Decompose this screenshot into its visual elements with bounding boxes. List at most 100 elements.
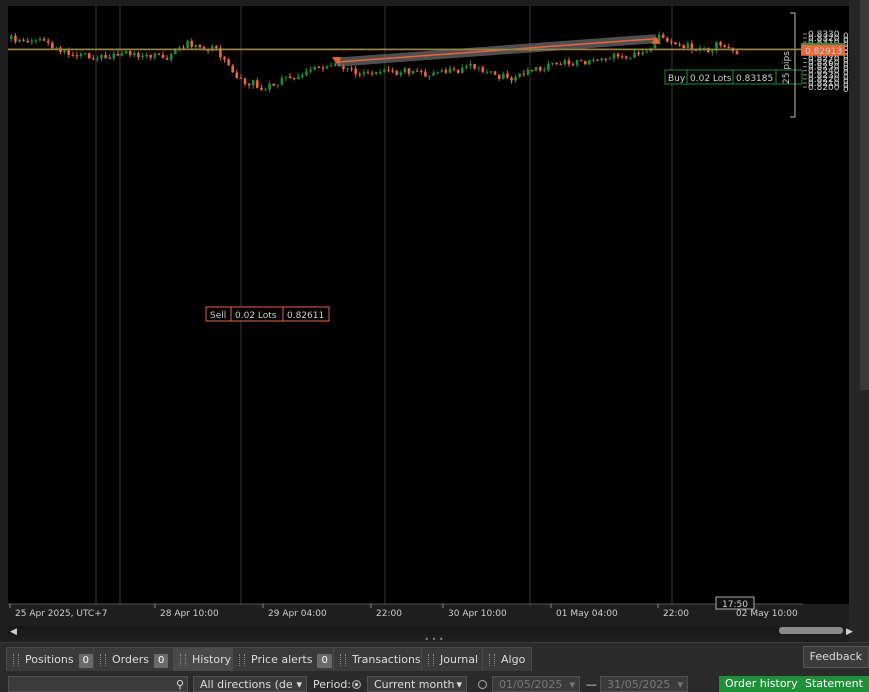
- h-scroll-track[interactable]: [8, 626, 843, 635]
- period-custom-radio[interactable]: [478, 680, 487, 689]
- candle-body: [571, 64, 575, 66]
- candle-body: [256, 80, 259, 88]
- buy-side-label: Buy: [668, 74, 686, 84]
- time-tick-label: 22:00: [376, 609, 402, 619]
- candle-body: [711, 50, 714, 53]
- candle-body: [178, 47, 181, 49]
- sell-lots-label: 0.02 Lots: [235, 311, 277, 321]
- tab-positions[interactable]: Positions 0: [6, 647, 100, 671]
- candle-body: [284, 76, 288, 78]
- tab-algo[interactable]: Algo: [482, 647, 533, 671]
- candle-body: [383, 69, 386, 72]
- candle-body: [22, 39, 25, 41]
- candle-body: [329, 65, 333, 67]
- candle-body: [313, 66, 316, 70]
- candle-body: [551, 62, 554, 64]
- candle-body: [645, 51, 649, 53]
- candle-body: [92, 58, 95, 60]
- candle-body: [104, 55, 107, 58]
- candle-body: [149, 54, 152, 58]
- candle-body: [670, 41, 673, 43]
- plot-area[interactable]: [8, 6, 803, 604]
- candle-body: [34, 40, 38, 42]
- price-chart[interactable]: 0.833000.832000.831000.830000.829000.828…: [0, 0, 869, 642]
- buy-price-label: 0.83185: [736, 74, 773, 84]
- candle-body: [309, 69, 312, 72]
- candle-body: [165, 58, 169, 60]
- time-tick-label: 29 Apr 04:00: [268, 609, 327, 619]
- candle-body: [280, 77, 284, 85]
- candle-body: [186, 40, 189, 48]
- candle-body: [153, 53, 157, 58]
- candle-body: [719, 42, 722, 46]
- crosshair-time-label: 17:50: [722, 600, 748, 610]
- candle-body: [18, 39, 21, 42]
- candle-body: [432, 72, 435, 76]
- candle-body: [333, 63, 337, 66]
- candle-body: [399, 72, 403, 75]
- tab-orders[interactable]: Orders 0: [93, 647, 176, 671]
- candle-body: [420, 71, 423, 73]
- splitter-handle-icon[interactable]: • • •: [424, 635, 443, 642]
- candle-body: [235, 72, 239, 78]
- candle-body: [575, 60, 579, 66]
- candle-body: [588, 60, 591, 65]
- candle-body: [251, 80, 255, 86]
- tab-price-alerts[interactable]: Price alerts 0: [232, 647, 339, 671]
- tab-history[interactable]: History: [173, 647, 239, 671]
- tab-transactions[interactable]: Transactions: [333, 647, 428, 671]
- grip-icon: [13, 654, 19, 666]
- date-separator: —: [586, 678, 597, 691]
- candle-body: [678, 44, 681, 46]
- candle-body: [297, 76, 300, 80]
- price-tick-suffix: 0: [843, 85, 849, 95]
- candle-body: [305, 71, 308, 76]
- candle-body: [411, 70, 415, 74]
- candle-body: [493, 71, 497, 75]
- candle-body: [137, 53, 140, 57]
- candle-body: [100, 55, 103, 59]
- price-axis[interactable]: [803, 6, 849, 604]
- buy-lots-label: 0.02 Lots: [690, 74, 732, 84]
- candle-body: [555, 62, 558, 65]
- candle-body: [379, 71, 382, 73]
- chart-area[interactable]: 0.833000.832000.831000.830000.829000.828…: [0, 0, 869, 642]
- positions-count-badge: 0: [78, 654, 93, 668]
- candle-body: [120, 53, 124, 56]
- period-label: Period:: [313, 678, 352, 691]
- candle-body: [436, 71, 439, 73]
- candle-body: [182, 47, 185, 49]
- candle-body: [141, 56, 144, 58]
- candle-body: [317, 66, 321, 68]
- tab-journal[interactable]: Journal: [421, 647, 486, 671]
- candle-body: [510, 77, 513, 81]
- right-scrollbar[interactable]: [860, 0, 869, 390]
- candle-body: [395, 70, 398, 75]
- candle-body: [452, 68, 456, 70]
- price-tick-label: 0.8200: [808, 83, 840, 93]
- candle-body: [424, 71, 427, 77]
- h-scroll-thumb[interactable]: [779, 627, 843, 634]
- candle-body: [506, 73, 509, 78]
- time-tick-label: 22:00: [663, 609, 689, 619]
- candle-body: [526, 69, 530, 75]
- candle-body: [124, 51, 128, 54]
- candle-body: [116, 53, 120, 56]
- period-preset-radio[interactable]: [352, 680, 361, 689]
- candle-body: [514, 76, 517, 81]
- candle-body: [325, 66, 329, 69]
- scroll-right-icon[interactable]: ▶: [846, 627, 853, 637]
- candle-body: [71, 54, 75, 56]
- time-tick-label: 25 Apr 2025, UTC+7: [15, 609, 107, 619]
- candle-body: [198, 44, 202, 48]
- pips-label: 25 pips: [782, 51, 792, 84]
- scroll-left-icon[interactable]: ◀: [10, 627, 17, 637]
- feedback-button[interactable]: Feedback: [802, 646, 869, 668]
- candle-body: [682, 44, 685, 49]
- candle-body: [108, 57, 111, 59]
- candle-body: [133, 53, 136, 56]
- candle-body: [538, 67, 542, 71]
- price-alerts-count-badge: 0: [317, 654, 332, 668]
- candle-body: [112, 53, 116, 59]
- candle-body: [579, 60, 583, 62]
